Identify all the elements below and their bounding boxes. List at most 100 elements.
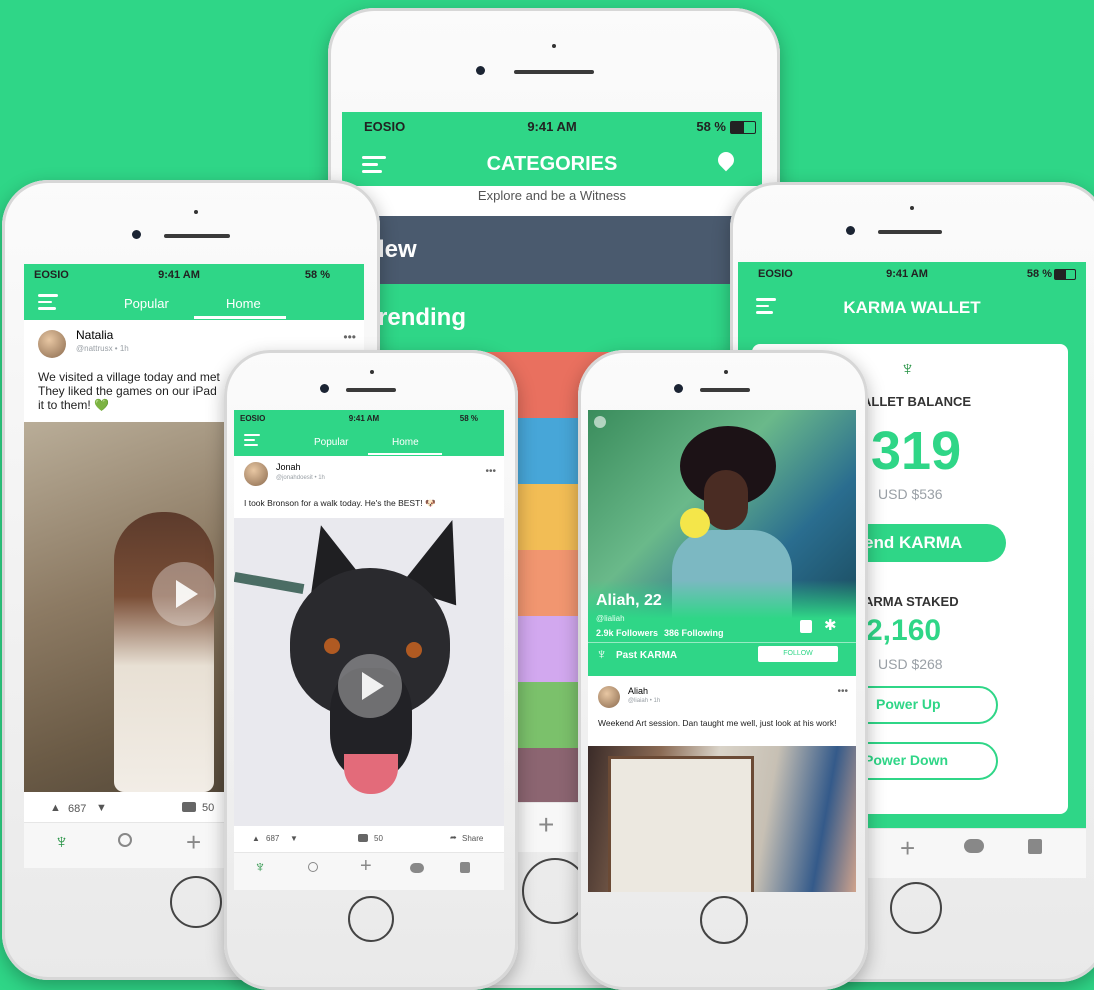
profile-screen: Aliah, 22 @lialiah 2.9k Followers 386 Fo… bbox=[588, 410, 856, 892]
more-icon[interactable]: ••• bbox=[485, 466, 496, 477]
search-icon[interactable] bbox=[308, 862, 318, 872]
plus-icon[interactable]: + bbox=[360, 855, 372, 878]
power-up-label: Power Up bbox=[876, 696, 941, 712]
portrait-face bbox=[704, 470, 748, 530]
post-text-line: it to them! 💚 bbox=[38, 398, 109, 412]
hamburger-icon[interactable] bbox=[244, 434, 260, 450]
post-image[interactable] bbox=[588, 746, 856, 892]
post-text: We visited a village today and met They … bbox=[38, 370, 220, 412]
avatar[interactable] bbox=[244, 462, 268, 486]
wallet-icon[interactable] bbox=[460, 862, 470, 873]
downvote-icon[interactable]: ▼ bbox=[96, 802, 107, 814]
post-text-line: They liked the games on our iPad bbox=[38, 384, 217, 398]
power-down-label: Power Down bbox=[864, 752, 949, 768]
categories-header: CATEGORIES bbox=[342, 142, 762, 186]
upvote-icon[interactable]: ▲ bbox=[252, 834, 260, 843]
avatar[interactable] bbox=[598, 686, 620, 708]
chat-icon[interactable] bbox=[410, 863, 424, 873]
share-icon[interactable]: ➦ bbox=[450, 833, 457, 842]
profile-bar: Aliah, 22 @lialiah 2.9k Followers 386 Fo… bbox=[588, 580, 856, 676]
avatar[interactable] bbox=[38, 330, 66, 358]
tab-popular[interactable]: Popular bbox=[124, 296, 169, 311]
more-icon[interactable]: ••• bbox=[837, 686, 848, 697]
comment-count: 50 bbox=[374, 834, 383, 843]
home-button[interactable] bbox=[170, 876, 222, 928]
dog-eye bbox=[324, 638, 340, 654]
tab-popular[interactable]: Popular bbox=[314, 437, 348, 448]
balance-usd: USD $536 bbox=[878, 486, 943, 502]
leaf-logo-icon[interactable]: ♆ bbox=[54, 831, 69, 854]
feed-screen: EOSIO 9:41 AM 58 % Popular Home Jonah @j… bbox=[234, 410, 504, 890]
earpiece-speaker bbox=[164, 234, 230, 238]
share-label[interactable]: Share bbox=[462, 834, 483, 843]
status-bar: EOSIO 9:41 AM 58 % bbox=[738, 262, 1086, 286]
plus-icon[interactable]: + bbox=[900, 833, 915, 864]
sensor bbox=[552, 44, 556, 48]
comment-icon[interactable] bbox=[358, 834, 368, 842]
profile-handle: @lialiah bbox=[596, 614, 625, 623]
gear-icon[interactable]: ✱ bbox=[824, 616, 837, 634]
upvote-icon[interactable]: ▲ bbox=[50, 802, 61, 814]
flower bbox=[680, 508, 710, 538]
post-author[interactable]: Natalia bbox=[76, 328, 113, 342]
divider bbox=[588, 642, 856, 643]
earpiece-speaker bbox=[878, 230, 942, 234]
post-author[interactable]: Aliah bbox=[628, 686, 648, 696]
post-text-line: We visited a village today and met bbox=[38, 370, 220, 384]
staked-usd: USD $268 bbox=[878, 656, 943, 672]
comment-icon[interactable] bbox=[182, 802, 196, 812]
dog-eye bbox=[406, 642, 422, 658]
follow-button[interactable]: FOLLOW bbox=[758, 646, 838, 662]
play-button[interactable] bbox=[338, 654, 402, 718]
wallet-icon[interactable] bbox=[800, 620, 812, 633]
tab-home[interactable]: Home bbox=[392, 437, 419, 448]
past-karma-label[interactable]: Past KARMA bbox=[616, 650, 677, 661]
status-bar: EOSIO 9:41 AM 58 % bbox=[24, 264, 364, 286]
feed-header: Popular Home bbox=[24, 286, 364, 320]
post-actions: ▲ 687 ▼ 50 ➦ Share bbox=[234, 830, 504, 850]
post-handle: @liaiah • 1h bbox=[628, 698, 661, 704]
play-button[interactable] bbox=[152, 562, 216, 626]
tab-underline bbox=[194, 316, 286, 319]
plus-icon[interactable]: + bbox=[538, 809, 554, 841]
more-icon[interactable]: ••• bbox=[343, 330, 356, 344]
dog-tongue bbox=[344, 754, 398, 794]
home-button[interactable] bbox=[700, 896, 748, 944]
tab-underline bbox=[368, 453, 442, 455]
front-camera bbox=[674, 384, 683, 393]
chat-icon[interactable] bbox=[964, 839, 984, 853]
front-camera bbox=[320, 384, 329, 393]
status-bar: EOSIO 9:41 AM 58 % bbox=[342, 112, 762, 142]
post-image[interactable] bbox=[234, 510, 504, 826]
following-count[interactable]: 386 Following bbox=[664, 628, 724, 638]
hamburger-icon[interactable] bbox=[38, 294, 58, 314]
leash bbox=[234, 571, 305, 595]
comment-count: 50 bbox=[202, 802, 215, 814]
leaf-logo-icon[interactable]: ♆ bbox=[254, 859, 266, 877]
post-handle: @jonahdoesit • 1h bbox=[276, 475, 325, 481]
child-figure bbox=[114, 512, 214, 792]
close-icon[interactable] bbox=[594, 416, 606, 428]
downvote-icon[interactable]: ▼ bbox=[290, 834, 298, 843]
home-button[interactable] bbox=[348, 896, 394, 942]
post-author[interactable]: Jonah bbox=[276, 462, 301, 472]
karma-leaf-icon: ♆ bbox=[596, 646, 608, 663]
post-text: Weekend Art session. Dan taught me well,… bbox=[598, 718, 837, 728]
sketch-canvas bbox=[608, 756, 754, 892]
search-icon[interactable] bbox=[118, 833, 132, 847]
category-row-new[interactable]: lew bbox=[342, 216, 762, 284]
vote-count: 687 bbox=[68, 803, 87, 815]
category-row-trending[interactable]: rending bbox=[342, 284, 762, 352]
send-karma-label: end KARMA bbox=[864, 533, 963, 552]
home-button[interactable] bbox=[890, 882, 942, 934]
balance-value: ,319 bbox=[856, 421, 962, 481]
followers-count[interactable]: 2.9k Followers bbox=[596, 628, 658, 638]
tab-home[interactable]: Home bbox=[226, 296, 261, 311]
balance-label: ALLET BALANCE bbox=[862, 394, 972, 409]
wallet-icon[interactable] bbox=[1028, 839, 1042, 854]
battery-icon bbox=[1054, 269, 1076, 280]
earpiece-speaker bbox=[346, 388, 396, 392]
sensor bbox=[724, 370, 728, 374]
feed-header: Popular Home bbox=[234, 428, 504, 456]
plus-icon[interactable]: + bbox=[186, 827, 201, 858]
